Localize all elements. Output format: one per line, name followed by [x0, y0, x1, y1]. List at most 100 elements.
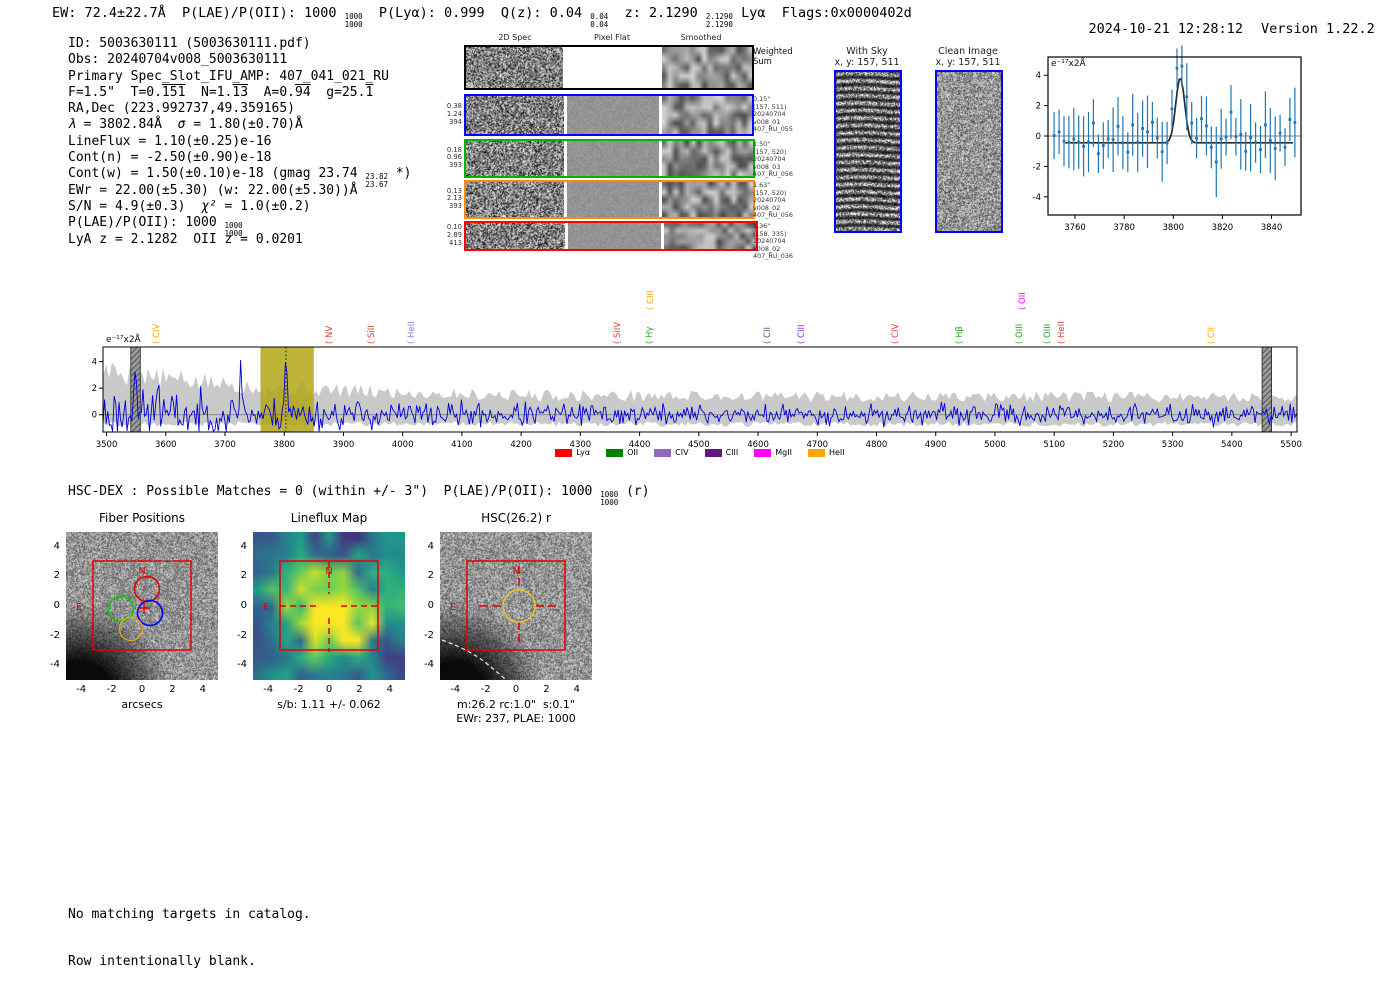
cutout-smoothed-image — [662, 182, 753, 217]
cutout-2dspec-image — [466, 141, 564, 176]
legend-label: OII — [627, 448, 639, 457]
x-tick-label: -4 — [263, 684, 274, 695]
legend-label: Lyα — [576, 448, 591, 457]
emission-line-label: ( HeII — [1057, 321, 1068, 344]
info-line: EWr = 22.00(±5.30) (w: 22.00(±5.30))Å — [68, 182, 358, 198]
panel-xlabel: m:26.2 rc:1.0" s:0.1" — [457, 698, 575, 711]
x-tick-label: 2 — [543, 684, 550, 695]
emission-line-label: ( CIV — [891, 323, 902, 344]
info-line: Cont(n) = -2.50(±0.90)e-18 — [68, 150, 272, 166]
full-spectrum-plot: 3500 3600 3700 3800 3900 4000 4100 4200 4300 4400… — [92, 346, 1302, 450]
x-tick-label: 0 — [138, 684, 146, 695]
x-tick-label: -2 — [293, 684, 304, 695]
svg-text:4: 4 — [92, 358, 97, 368]
y-tick-label: -2 — [424, 629, 434, 641]
cutout-2dspec-image — [466, 47, 564, 88]
lineflux-map-overlay: NE — [263, 560, 379, 652]
cutout-row — [464, 180, 755, 219]
cutout-pixelflat-image — [566, 141, 660, 176]
detection-info-block: ID: 5003630111 (5003630111.pdf) Obs: 2024… — [68, 36, 411, 248]
x-tick-label: 4 — [199, 684, 206, 695]
legend-item: CIV — [654, 448, 689, 457]
x-tick-label: 2 — [356, 684, 363, 695]
x-tick-label: 2 — [169, 684, 176, 695]
cutout-pixelflat-image — [566, 96, 659, 134]
cutout-row-right-meta: 1.63" (157, 520) 20240704 v008_02 407_RU_056 — [753, 181, 793, 219]
svg-text:0: 0 — [92, 411, 97, 421]
stacked-fraction: 2.1290 2.1290 — [705, 12, 733, 29]
svg-text:3780: 3780 — [1113, 223, 1135, 233]
emission-line-label: ( CIII — [645, 290, 656, 310]
info-line: Obs: 20240704v008_5003630111 — [68, 52, 288, 68]
compass-east-label: E — [76, 602, 82, 613]
catalog-note-line: Row intentionally blank. — [68, 953, 256, 969]
x-tick-label: 4 — [386, 684, 393, 695]
y-tick-label: 2 — [240, 570, 247, 582]
catalog-note: No matching targets in catalog. Row inte… — [68, 876, 311, 1000]
svg-text:2: 2 — [92, 384, 97, 394]
cutout-col-header-smoothed: Smoothed — [680, 33, 722, 42]
emission-line-label: ( Hβ — [955, 326, 965, 344]
y-tick-label: -2 — [50, 629, 60, 641]
cutout-smoothed-image — [662, 141, 753, 176]
sky-panel-title: Clean Image — [938, 46, 998, 57]
cutout-smoothed-image — [661, 47, 752, 88]
legend-swatch — [754, 448, 772, 457]
emission-line-label: ( CII — [1207, 327, 1218, 344]
emission-line-label: ( NV — [324, 325, 335, 344]
compass-east-label: E — [263, 602, 269, 613]
catalog-note-line: No matching targets in catalog. — [68, 907, 311, 922]
cutout-row — [464, 94, 755, 136]
legend-item: OII — [606, 448, 638, 457]
cutout-2dspec-image — [466, 182, 564, 217]
cutout-pixelflat-image — [566, 182, 660, 217]
info-line: LyA z = 2.1282 OII z = 0.0201 — [68, 231, 303, 247]
spectrum-units-annotation: e⁻¹⁷x2Å — [106, 335, 141, 345]
legend-item: Lyα — [555, 448, 590, 457]
emission-line-label: ( OIII — [1042, 323, 1053, 344]
stacked-fraction: 1000 1000 — [600, 490, 619, 507]
sky-panel-coords: x, y: 157, 511 — [935, 57, 1001, 68]
emission-line-label: ( CIII — [797, 324, 808, 344]
summary-header: EW: 72.4±22.7Å P(LAE)/P(OII): 1000 1000 1… — [52, 5, 912, 29]
svg-text:2: 2 — [1036, 102, 1041, 112]
legend-swatch — [654, 448, 672, 457]
cutout-2dspec-image — [466, 223, 565, 249]
cutout-row-left-stats: 0.38 1.24 394 — [446, 102, 462, 126]
svg-text:-4: -4 — [1033, 193, 1041, 203]
x-tick-label: -2 — [480, 684, 491, 695]
info-line: Cont(w) = 1.50(±0.10)e-18 (gmag 23.74 23… — [68, 166, 412, 190]
emission-line-label: ( CII — [762, 327, 773, 344]
cutout-2dspec-image — [466, 96, 564, 134]
legend-label: CIV — [675, 448, 689, 457]
emission-line-label: ( CIV — [152, 323, 163, 344]
emission-line-label: ( HeII — [406, 321, 417, 344]
svg-text:0: 0 — [1036, 132, 1041, 142]
svg-text:4: 4 — [1036, 71, 1041, 81]
emission-line-label: ( SiIV — [613, 321, 624, 344]
info-line: Primary Spec_Slot_IFU_AMP: 407_041_021_R… — [68, 68, 389, 84]
info-line: S/N = 4.9(±0.3) χ² = 1.0(±0.2) — [68, 198, 311, 214]
y-tick-label: 4 — [240, 540, 247, 552]
y-tick-label: -4 — [237, 659, 247, 671]
match-panel-title: Fiber Positions — [98, 511, 186, 525]
emission-line-label: ( OII — [1017, 292, 1028, 310]
x-tick-label: 0 — [512, 684, 520, 695]
y-tick-label: 4 — [427, 540, 434, 552]
sky-panel-title: With Sky — [846, 46, 888, 57]
line-profile-plot: 3760 3780 3800 3820 3840 4 2 0 -2 -4 — [1033, 45, 1302, 233]
fiber-positions-overlay: NE — [76, 556, 198, 651]
panel-xlabel: arcsecs — [121, 698, 163, 711]
x-tick-label: 4 — [573, 684, 580, 695]
y-tick-label: 2 — [53, 570, 60, 582]
cutout-row — [464, 139, 755, 178]
cutout-row-right-meta: 1.36" (158, 335) 20240704 v008_02 407_RU_036 — [753, 222, 793, 260]
legend-label: CIII — [725, 448, 739, 457]
legend-item: HeII — [807, 448, 845, 457]
x-tick-label: -4 — [76, 684, 87, 695]
info-line: RA,Dec (223.992737,49.359165) — [68, 101, 295, 117]
sky-panel-coords: x, y: 157, 511 — [834, 57, 900, 68]
stacked-fraction: 0.04 0.04 — [590, 12, 609, 29]
info-line: P(LAE)/P(OII): 1000 1000 1000 — [68, 215, 243, 239]
svg-text:3840: 3840 — [1261, 223, 1283, 233]
